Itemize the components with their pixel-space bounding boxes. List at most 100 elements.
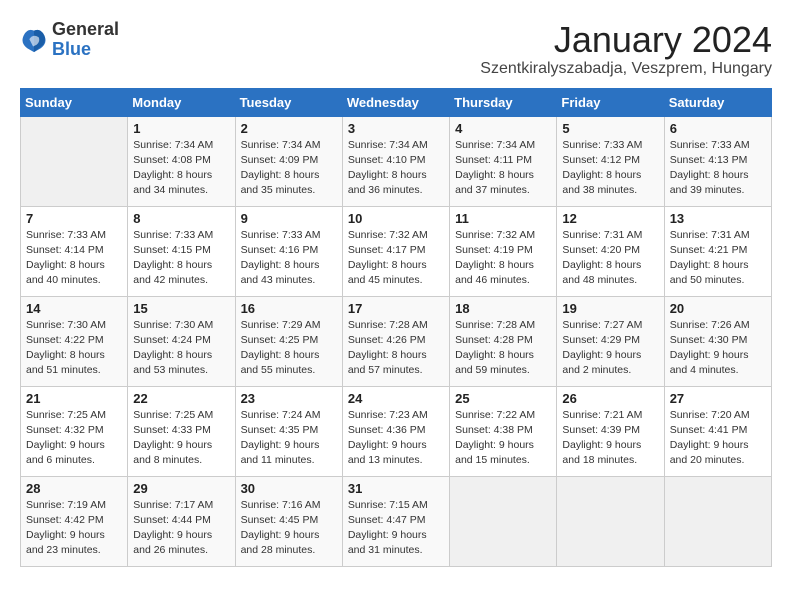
col-friday: Friday [557, 88, 664, 116]
calendar-cell: 12 Sunrise: 7:31 AMSunset: 4:20 PMDaylig… [557, 206, 664, 296]
calendar-cell: 22 Sunrise: 7:25 AMSunset: 4:33 PMDaylig… [128, 386, 235, 476]
day-info: Sunrise: 7:31 AMSunset: 4:21 PMDaylight:… [670, 229, 750, 287]
day-info: Sunrise: 7:19 AMSunset: 4:42 PMDaylight:… [26, 499, 106, 557]
col-thursday: Thursday [450, 88, 557, 116]
week-row-4: 21 Sunrise: 7:25 AMSunset: 4:32 PMDaylig… [21, 386, 772, 476]
day-number: 15 [133, 301, 229, 316]
title-section: January 2024 Szentkiralyszabadja, Veszpr… [480, 20, 772, 78]
day-info: Sunrise: 7:28 AMSunset: 4:28 PMDaylight:… [455, 319, 535, 377]
calendar-cell: 3 Sunrise: 7:34 AMSunset: 4:10 PMDayligh… [342, 116, 449, 206]
calendar-cell [21, 116, 128, 206]
day-info: Sunrise: 7:31 AMSunset: 4:20 PMDaylight:… [562, 229, 642, 287]
day-info: Sunrise: 7:34 AMSunset: 4:11 PMDaylight:… [455, 139, 535, 197]
day-number: 3 [348, 121, 444, 136]
calendar-cell: 17 Sunrise: 7:28 AMSunset: 4:26 PMDaylig… [342, 296, 449, 386]
day-number: 9 [241, 211, 337, 226]
day-number: 25 [455, 391, 551, 406]
day-number: 14 [26, 301, 122, 316]
calendar-cell [557, 476, 664, 566]
day-number: 21 [26, 391, 122, 406]
calendar-table: Sunday Monday Tuesday Wednesday Thursday… [20, 88, 772, 567]
logo-general: General [52, 20, 119, 40]
day-info: Sunrise: 7:29 AMSunset: 4:25 PMDaylight:… [241, 319, 321, 377]
day-number: 26 [562, 391, 658, 406]
location: Szentkiralyszabadja, Veszprem, Hungary [480, 60, 772, 78]
calendar-cell: 25 Sunrise: 7:22 AMSunset: 4:38 PMDaylig… [450, 386, 557, 476]
header: General Blue January 2024 Szentkiralysza… [20, 20, 772, 78]
day-info: Sunrise: 7:30 AMSunset: 4:22 PMDaylight:… [26, 319, 106, 377]
day-info: Sunrise: 7:23 AMSunset: 4:36 PMDaylight:… [348, 409, 428, 467]
day-number: 8 [133, 211, 229, 226]
day-number: 12 [562, 211, 658, 226]
calendar-cell: 26 Sunrise: 7:21 AMSunset: 4:39 PMDaylig… [557, 386, 664, 476]
day-number: 18 [455, 301, 551, 316]
calendar-cell: 6 Sunrise: 7:33 AMSunset: 4:13 PMDayligh… [664, 116, 771, 206]
week-row-5: 28 Sunrise: 7:19 AMSunset: 4:42 PMDaylig… [21, 476, 772, 566]
day-number: 10 [348, 211, 444, 226]
day-info: Sunrise: 7:34 AMSunset: 4:08 PMDaylight:… [133, 139, 213, 197]
calendar-cell: 10 Sunrise: 7:32 AMSunset: 4:17 PMDaylig… [342, 206, 449, 296]
logo-text: General Blue [52, 20, 119, 60]
calendar-cell: 1 Sunrise: 7:34 AMSunset: 4:08 PMDayligh… [128, 116, 235, 206]
calendar-cell [450, 476, 557, 566]
logo-blue: Blue [52, 40, 119, 60]
day-number: 22 [133, 391, 229, 406]
week-row-2: 7 Sunrise: 7:33 AMSunset: 4:14 PMDayligh… [21, 206, 772, 296]
page: General Blue January 2024 Szentkiralysza… [0, 0, 792, 577]
day-number: 1 [133, 121, 229, 136]
day-number: 6 [670, 121, 766, 136]
calendar-cell: 30 Sunrise: 7:16 AMSunset: 4:45 PMDaylig… [235, 476, 342, 566]
day-info: Sunrise: 7:27 AMSunset: 4:29 PMDaylight:… [562, 319, 642, 377]
col-sunday: Sunday [21, 88, 128, 116]
calendar-cell: 13 Sunrise: 7:31 AMSunset: 4:21 PMDaylig… [664, 206, 771, 296]
calendar-cell: 5 Sunrise: 7:33 AMSunset: 4:12 PMDayligh… [557, 116, 664, 206]
calendar-cell: 8 Sunrise: 7:33 AMSunset: 4:15 PMDayligh… [128, 206, 235, 296]
calendar-cell: 9 Sunrise: 7:33 AMSunset: 4:16 PMDayligh… [235, 206, 342, 296]
day-number: 16 [241, 301, 337, 316]
day-number: 19 [562, 301, 658, 316]
day-number: 23 [241, 391, 337, 406]
day-number: 31 [348, 481, 444, 496]
calendar-cell: 21 Sunrise: 7:25 AMSunset: 4:32 PMDaylig… [21, 386, 128, 476]
calendar-cell: 28 Sunrise: 7:19 AMSunset: 4:42 PMDaylig… [21, 476, 128, 566]
week-row-1: 1 Sunrise: 7:34 AMSunset: 4:08 PMDayligh… [21, 116, 772, 206]
day-number: 20 [670, 301, 766, 316]
logo-icon [20, 26, 48, 54]
day-info: Sunrise: 7:33 AMSunset: 4:14 PMDaylight:… [26, 229, 106, 287]
day-info: Sunrise: 7:24 AMSunset: 4:35 PMDaylight:… [241, 409, 321, 467]
day-info: Sunrise: 7:26 AMSunset: 4:30 PMDaylight:… [670, 319, 750, 377]
day-info: Sunrise: 7:32 AMSunset: 4:19 PMDaylight:… [455, 229, 535, 287]
calendar-cell: 7 Sunrise: 7:33 AMSunset: 4:14 PMDayligh… [21, 206, 128, 296]
day-number: 13 [670, 211, 766, 226]
col-wednesday: Wednesday [342, 88, 449, 116]
calendar-cell: 11 Sunrise: 7:32 AMSunset: 4:19 PMDaylig… [450, 206, 557, 296]
day-number: 27 [670, 391, 766, 406]
col-monday: Monday [128, 88, 235, 116]
day-number: 4 [455, 121, 551, 136]
calendar-cell: 15 Sunrise: 7:30 AMSunset: 4:24 PMDaylig… [128, 296, 235, 386]
day-info: Sunrise: 7:21 AMSunset: 4:39 PMDaylight:… [562, 409, 642, 467]
calendar-cell: 14 Sunrise: 7:30 AMSunset: 4:22 PMDaylig… [21, 296, 128, 386]
day-info: Sunrise: 7:25 AMSunset: 4:32 PMDaylight:… [26, 409, 106, 467]
day-info: Sunrise: 7:34 AMSunset: 4:10 PMDaylight:… [348, 139, 428, 197]
day-number: 2 [241, 121, 337, 136]
col-saturday: Saturday [664, 88, 771, 116]
day-info: Sunrise: 7:30 AMSunset: 4:24 PMDaylight:… [133, 319, 213, 377]
day-info: Sunrise: 7:32 AMSunset: 4:17 PMDaylight:… [348, 229, 428, 287]
day-info: Sunrise: 7:22 AMSunset: 4:38 PMDaylight:… [455, 409, 535, 467]
day-info: Sunrise: 7:28 AMSunset: 4:26 PMDaylight:… [348, 319, 428, 377]
day-number: 24 [348, 391, 444, 406]
day-info: Sunrise: 7:16 AMSunset: 4:45 PMDaylight:… [241, 499, 321, 557]
calendar-cell: 2 Sunrise: 7:34 AMSunset: 4:09 PMDayligh… [235, 116, 342, 206]
calendar-cell: 23 Sunrise: 7:24 AMSunset: 4:35 PMDaylig… [235, 386, 342, 476]
day-number: 28 [26, 481, 122, 496]
day-info: Sunrise: 7:33 AMSunset: 4:15 PMDaylight:… [133, 229, 213, 287]
col-tuesday: Tuesday [235, 88, 342, 116]
day-number: 17 [348, 301, 444, 316]
calendar-cell: 18 Sunrise: 7:28 AMSunset: 4:28 PMDaylig… [450, 296, 557, 386]
calendar-cell: 20 Sunrise: 7:26 AMSunset: 4:30 PMDaylig… [664, 296, 771, 386]
calendar-cell [664, 476, 771, 566]
calendar-cell: 27 Sunrise: 7:20 AMSunset: 4:41 PMDaylig… [664, 386, 771, 476]
day-info: Sunrise: 7:33 AMSunset: 4:13 PMDaylight:… [670, 139, 750, 197]
calendar-cell: 24 Sunrise: 7:23 AMSunset: 4:36 PMDaylig… [342, 386, 449, 476]
